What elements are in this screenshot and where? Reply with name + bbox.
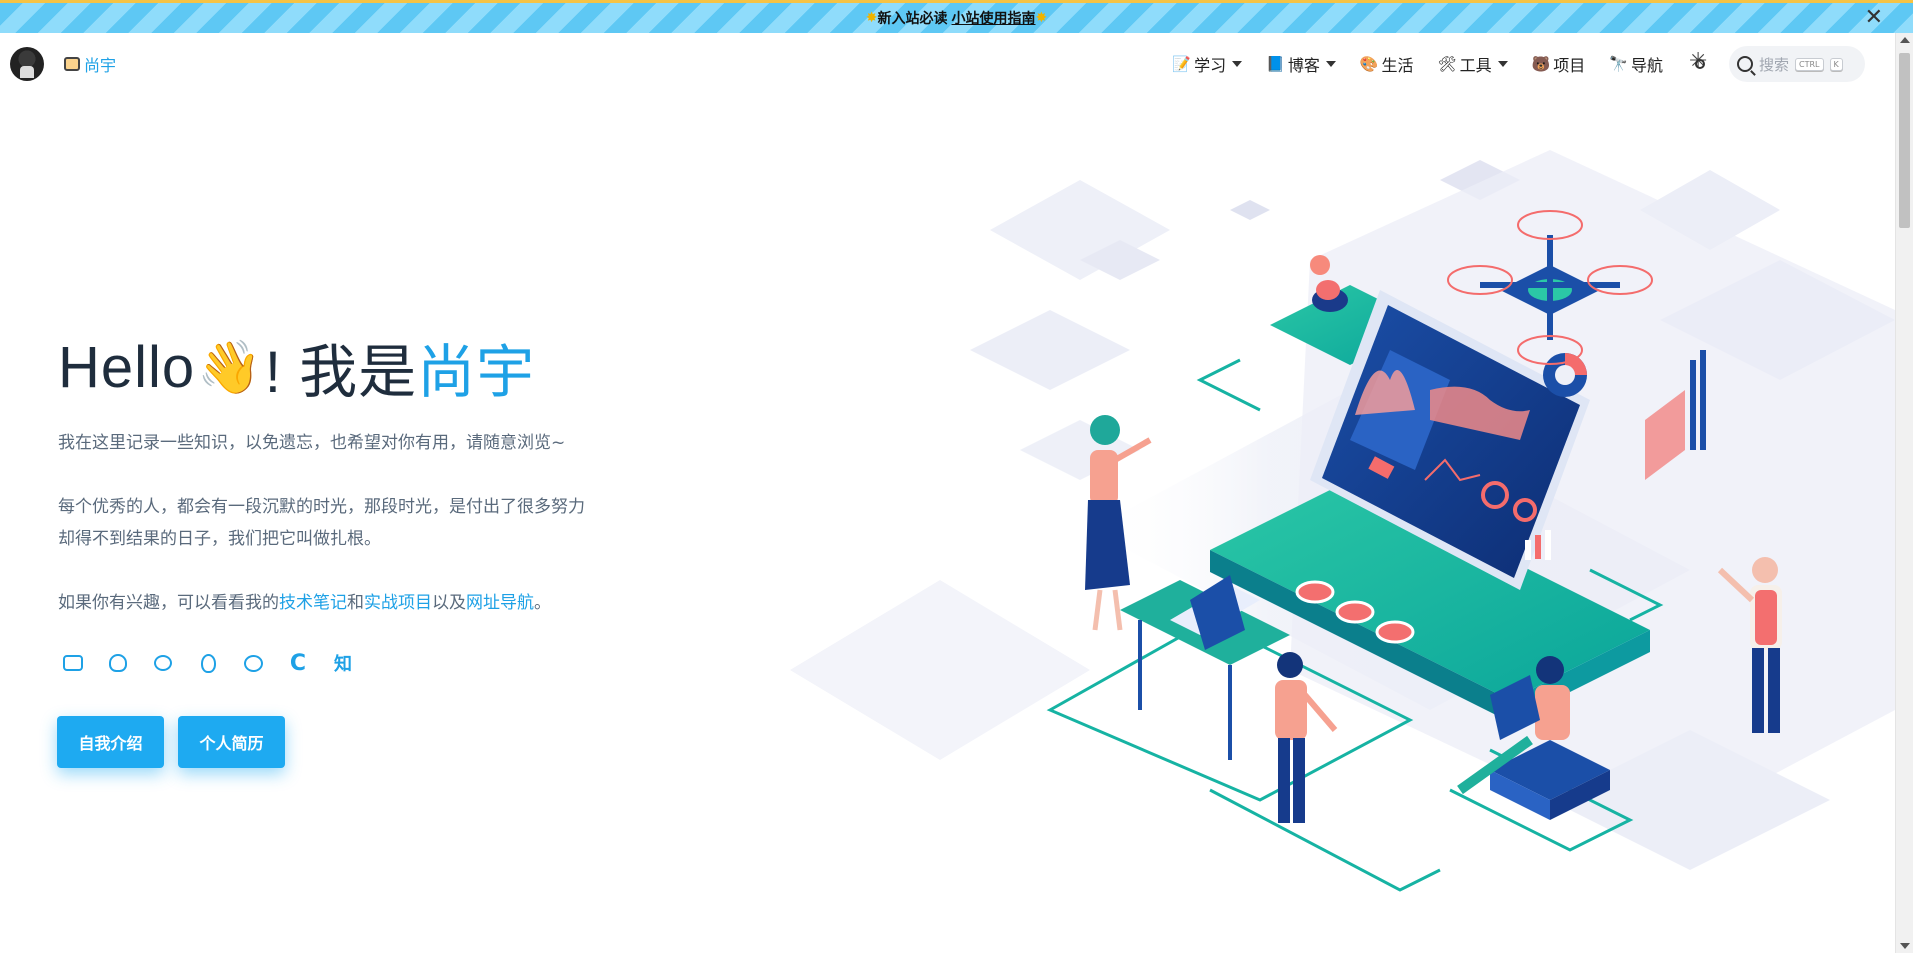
hero-quote: 每个优秀的人，都会有一段沉默的时光，那段时光，是付出了很多努力 却得不到结果的日… <box>58 491 585 555</box>
github-icon[interactable] <box>107 652 129 674</box>
memo-icon: 📝 <box>1172 55 1192 73</box>
nav-item-projects[interactable]: 🐻 项目 <box>1532 52 1586 76</box>
tech-notes-link[interactable]: 技术笔记 <box>279 593 347 613</box>
nav-item-tools[interactable]: 🛠 工具 <box>1438 52 1508 76</box>
hero-quote-line: 却得不到结果的日子，我们把它叫做扎根。 <box>58 529 381 549</box>
announcement-bar: ✸ 新入站必读 小站使用指南 ✸ ✕ <box>0 0 1913 33</box>
qq-icon[interactable] <box>197 652 219 674</box>
bear-icon: 🐻 <box>1531 55 1551 73</box>
search-icon <box>1737 56 1753 72</box>
navbar: 尚宇 📝 学习 📘 博客 🎨 生活 🛠 工具 🐻 项目 🔭 导航 ✳ 搜索 CT… <box>0 33 1895 95</box>
text-segment: 如果你有兴趣，可以看看我的 <box>58 593 279 613</box>
sparkle-icon: ✸ <box>865 10 878 26</box>
kbd-ctrl: CTRL <box>1795 57 1824 71</box>
url-nav-link[interactable]: 网址导航 <box>466 593 534 613</box>
announcement-link[interactable]: 小站使用指南 <box>952 8 1036 28</box>
zhihu-icon[interactable]: 知 <box>332 652 354 675</box>
palette-icon: 🎨 <box>1359 55 1379 73</box>
hero-links-text: 如果你有兴趣，可以看看我的技术笔记和实战项目以及网址导航。 <box>58 587 551 619</box>
scrollbar[interactable] <box>1895 33 1913 953</box>
hero-title: Hello 👋 ! 我是 尚宇 <box>58 325 535 409</box>
hero-title-mid: ! 我是 <box>264 340 418 405</box>
hero-illustration <box>790 150 1895 892</box>
brand-link[interactable]: 尚宇 <box>64 52 116 76</box>
avatar[interactable] <box>10 47 44 81</box>
csdn-icon[interactable]: C <box>287 651 309 676</box>
resume-button[interactable]: 个人简历 <box>178 716 285 768</box>
projects-link[interactable]: 实战项目 <box>364 593 432 613</box>
wechat-icon[interactable] <box>242 652 264 674</box>
close-icon[interactable]: ✕ <box>1865 7 1883 29</box>
tv-icon <box>64 57 80 71</box>
book-icon: 📘 <box>1266 55 1285 73</box>
nav-menu: 📝 学习 📘 博客 🎨 生活 🛠 工具 🐻 项目 🔭 导航 ✳ 搜索 CTRL … <box>1148 45 1865 83</box>
text-segment: 和 <box>347 593 364 613</box>
text-segment: 。 <box>534 593 551 613</box>
hero-title-name: 尚宇 <box>417 340 536 405</box>
nav-item-label: 生活 <box>1381 56 1414 75</box>
weibo-icon[interactable] <box>152 652 174 674</box>
hero-title-prefix: Hello <box>58 334 196 400</box>
nav-item-label: 博客 <box>1287 56 1320 75</box>
scroll-up-icon[interactable] <box>1900 37 1910 43</box>
self-intro-button[interactable]: 自我介绍 <box>57 716 164 768</box>
waving-hand-icon: 👋 <box>197 338 263 397</box>
brand-name: 尚宇 <box>84 56 117 75</box>
nav-item-life[interactable]: 🎨 生活 <box>1360 52 1414 76</box>
chevron-down-icon <box>1497 61 1508 67</box>
social-links: C 知 <box>62 651 354 676</box>
theme-toggle-sun-icon[interactable] <box>1689 51 1711 75</box>
chevron-down-icon <box>1325 61 1336 67</box>
hero-quote-line: 每个优秀的人，都会有一段沉默的时光，那段时光，是付出了很多努力 <box>58 497 585 517</box>
search-input[interactable]: 搜索 CTRL K <box>1729 46 1865 82</box>
text-segment: 以及 <box>432 593 466 613</box>
announcement-text: 新入站必读 <box>877 11 948 27</box>
nav-item-blog[interactable]: 📘 博客 <box>1266 52 1336 76</box>
scroll-down-icon[interactable] <box>1900 943 1910 949</box>
tools-icon: 🛠 <box>1437 55 1457 73</box>
nav-item-label: 项目 <box>1553 56 1586 75</box>
nav-item-label: 导航 <box>1630 56 1663 75</box>
nav-item-label: 工具 <box>1459 56 1492 75</box>
chevron-down-icon <box>1232 61 1243 67</box>
search-placeholder: 搜索 <box>1759 55 1790 74</box>
kbd-k: K <box>1829 57 1843 71</box>
sparkle-icon: ✸ <box>1035 10 1048 26</box>
nav-item-label: 学习 <box>1194 56 1227 75</box>
hero-intro-text: 我在这里记录一些知识，以免遗忘，也希望对你有用，请随意浏览~ <box>58 433 566 453</box>
nav-item-navigation[interactable]: 🔭 导航 <box>1609 52 1663 76</box>
scrollbar-thumb[interactable] <box>1899 53 1910 228</box>
nav-item-study[interactable]: 📝 学习 <box>1172 52 1243 76</box>
binoculars-icon: 🔭 <box>1609 55 1628 73</box>
bilibili-icon[interactable] <box>62 652 84 674</box>
